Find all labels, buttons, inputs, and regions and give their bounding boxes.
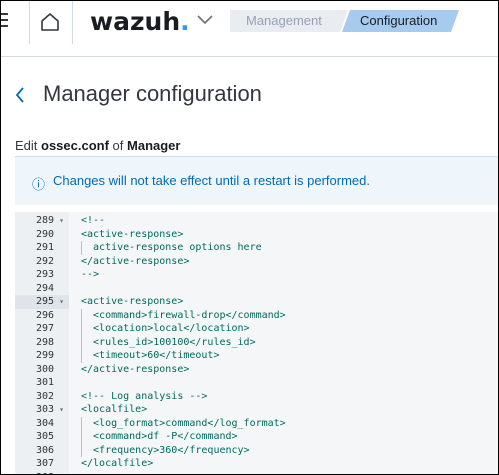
code-text: <command>df -P</command>	[81, 431, 238, 442]
code-line[interactable]: 292 </active-response>	[15, 255, 498, 269]
line-number: 302	[15, 390, 69, 404]
secondary-bar	[1, 44, 498, 57]
line-number: 306	[15, 444, 69, 458]
line-number: 298	[15, 336, 69, 350]
line-number: 299	[15, 349, 69, 363]
chevron-down-icon[interactable]	[196, 13, 214, 27]
code-text: <!--	[81, 215, 106, 226]
line-number-text: 292	[35, 255, 54, 267]
code-line[interactable]: 291 active-response options here	[15, 241, 498, 255]
home-icon	[41, 13, 59, 31]
code-text: </localfile>	[81, 458, 154, 469]
fold-toggle-icon[interactable]: ▾	[59, 403, 64, 417]
home-button[interactable]	[30, 1, 73, 44]
code-line[interactable]: 306 <frequency>360</frequency>	[15, 443, 498, 458]
code-text: -->	[81, 269, 100, 280]
line-number: 305	[15, 430, 69, 444]
code-line[interactable]: 297 <location>local</location>	[15, 322, 498, 336]
line-number: 289 ▾	[15, 214, 69, 228]
line-number-text: 295	[35, 296, 54, 307]
chevron-left-icon[interactable]	[14, 86, 26, 104]
line-number-text: 306	[35, 444, 54, 456]
code-line[interactable]: 301	[15, 376, 498, 390]
line-number-text: 291	[35, 242, 54, 253]
line-number-text: 308	[36, 471, 54, 475]
code-text: </active-response>	[81, 255, 190, 267]
fold-toggle-icon[interactable]: ▾	[59, 214, 64, 228]
code-line[interactable]: 308	[15, 471, 498, 475]
code-text: active-response options here	[81, 242, 262, 253]
code-text: <rules_id>100100</rules_id>	[81, 336, 256, 348]
line-number-text: 303	[35, 404, 54, 415]
app-window: wazuh. Management Configuration Manager …	[0, 0, 499, 475]
line-number-text: 290	[35, 228, 54, 240]
code-line[interactable]: 299 <timeout>60</timeout>	[15, 349, 498, 363]
line-number-text: 289	[35, 215, 54, 226]
hamburger-icon	[1, 13, 8, 15]
code-line[interactable]: 293 -->	[15, 268, 498, 282]
info-icon: ⓘ	[32, 178, 46, 193]
code-line[interactable]: 305 <command>df -P</command>	[15, 430, 498, 444]
line-number: 301	[15, 376, 69, 390]
line-number-text: 301	[35, 377, 54, 388]
line-number: 294	[15, 282, 69, 296]
code-text: <command>firewall-drop</command>	[81, 309, 286, 321]
line-number-text: 294	[35, 282, 54, 294]
page-title: Manager configuration	[43, 81, 262, 106]
line-number-text: 293	[35, 269, 54, 280]
fold-toggle-icon[interactable]: ▾	[59, 295, 64, 309]
line-number-text: 299	[35, 350, 54, 361]
code-text: <!-- Log analysis -->	[81, 390, 208, 402]
restart-warning-callout: ⓘ Changes will not take effect until a r…	[15, 156, 498, 205]
line-number-text: 296	[35, 309, 54, 321]
breadcrumb-management[interactable]: Management	[230, 10, 348, 32]
code-line[interactable]: 303 ▾ <localfile>	[15, 403, 498, 417]
edit-file-label: Edit ossec.conf of Manager	[15, 138, 181, 153]
wazuh-logo[interactable]: wazuh.	[90, 7, 190, 36]
line-number: 307	[15, 457, 69, 471]
code-line[interactable]: 302 <!-- Log analysis -->	[15, 390, 498, 404]
code-line[interactable]: 294	[15, 282, 498, 296]
line-number-text: 297	[35, 323, 54, 334]
menu-button[interactable]	[1, 1, 30, 44]
line-number: 308	[15, 471, 69, 475]
line-number: 297	[15, 322, 69, 336]
breadcrumb-configuration[interactable]: Configuration	[342, 10, 459, 32]
line-number-text: 300	[35, 363, 54, 375]
code-line[interactable]: 298 <rules_id>100100</rules_id>	[15, 335, 498, 350]
line-number: 296	[15, 309, 69, 323]
code-line[interactable]: 304 <log_format>command</log_format>	[15, 416, 498, 431]
code-text: <frequency>360</frequency>	[81, 444, 250, 456]
code-line[interactable]: 290 <active-response>	[15, 228, 498, 242]
code-text: <active-response>	[81, 296, 184, 307]
top-navigation-bar: wazuh. Management Configuration	[1, 1, 498, 45]
line-number: 300	[15, 363, 69, 377]
line-number: 291	[15, 241, 69, 255]
line-number-text: 307	[35, 458, 54, 469]
line-number: 290	[15, 228, 69, 242]
line-number-text: 298	[35, 336, 54, 348]
code-text: <timeout>60</timeout>	[81, 350, 220, 361]
line-number: 304	[15, 417, 69, 431]
line-number: 303 ▾	[15, 403, 69, 417]
code-line[interactable]: 289 ▾ <!--	[15, 214, 498, 228]
code-editor[interactable]: 289 ▾ <!-- 290 <active-response> 291 active-r…	[15, 212, 498, 474]
line-number-text: 302	[35, 390, 54, 402]
code-line[interactable]: 307 </localfile>	[15, 457, 498, 471]
code-text: <localfile>	[81, 404, 148, 415]
code-line[interactable]: 296 <command>firewall-drop</command>	[15, 308, 498, 323]
line-number-text: 304	[35, 417, 54, 429]
line-number-text: 305	[35, 431, 54, 442]
code-text: <log_format>command</log_format>	[81, 417, 286, 429]
code-text: <active-response>	[81, 228, 184, 240]
code-line[interactable]: 300 </active-response>	[15, 363, 498, 377]
line-number: 292	[15, 255, 69, 269]
code-text: <location>local</location>	[81, 323, 250, 334]
line-number: 293	[15, 268, 69, 282]
code-text: </active-response>	[81, 363, 190, 375]
code-line[interactable]: 295 ▾ <active-response>	[15, 295, 498, 309]
callout-message: Changes will not take effect until a res…	[53, 173, 370, 188]
line-number: 295 ▾	[15, 295, 69, 309]
